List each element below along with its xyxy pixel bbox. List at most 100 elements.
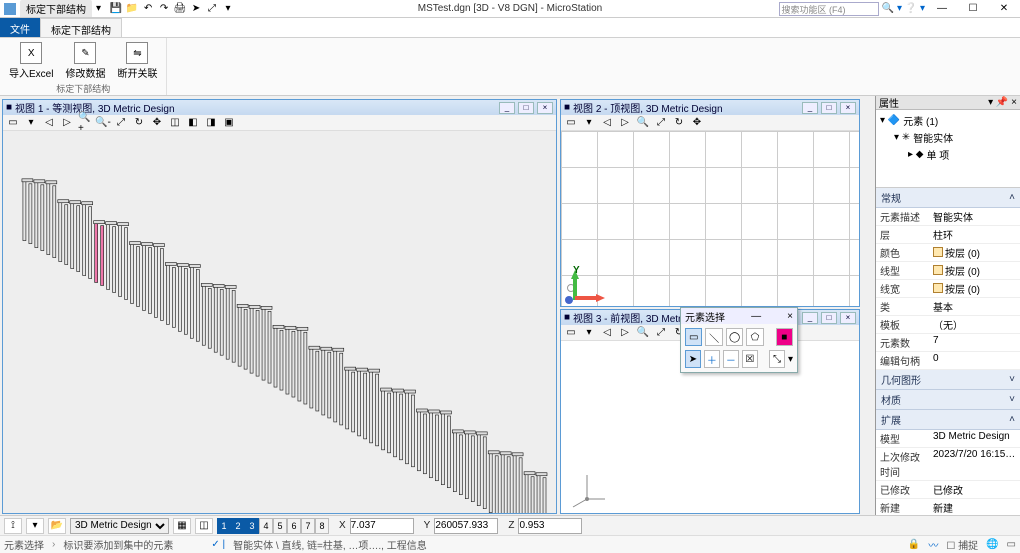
rotate-view-icon[interactable]: ↻ (131, 116, 147, 130)
prop-row[interactable]: 线型按层 (0) (876, 262, 1020, 280)
mode-drop-icon[interactable]: ▾ (788, 354, 793, 365)
zoom-out-icon[interactable]: 🔍- (95, 116, 111, 130)
maximize-button[interactable]: ☐ (959, 1, 987, 17)
v2-zoomin-icon[interactable]: 🔍 (635, 116, 651, 130)
v2-rotate-icon[interactable]: ↻ (671, 116, 687, 130)
toolbox-close-icon[interactable]: × (787, 311, 793, 322)
x-input[interactable] (350, 518, 414, 534)
mode-sub-icon[interactable]: － (723, 350, 739, 368)
view-more2-icon[interactable]: ◨ (203, 116, 219, 130)
search-icon[interactable]: 🔍 (882, 3, 894, 14)
section-geometry[interactable]: 几何图形˅ (876, 370, 1020, 390)
z-input[interactable] (518, 518, 582, 534)
qat-dropdown-icon[interactable]: ▾ (96, 3, 101, 14)
view-display-icon[interactable]: ▾ (23, 116, 39, 130)
sel-line-icon[interactable]: ＼ (705, 328, 722, 346)
sb-views-icon[interactable]: ◫ (195, 518, 213, 534)
qat-arrow-icon[interactable]: ➤ (189, 2, 203, 16)
snap-toggle[interactable]: ☐ 捕捉 (946, 537, 978, 552)
view-2-titlebar[interactable]: ■ 视图 2 - 顶视图, 3D Metric Design _ □ × (561, 100, 859, 115)
sel-poly-icon[interactable]: ⬠ (746, 328, 763, 346)
section-extended[interactable]: 扩展˄ (876, 410, 1020, 430)
sel-circle-icon[interactable]: ◯ (726, 328, 743, 346)
minimize-button[interactable]: — (928, 1, 956, 17)
v3-zoom-icon[interactable]: 🔍 (635, 326, 651, 340)
section-material[interactable]: 材质˅ (876, 390, 1020, 410)
mode-add-icon[interactable]: ＋ (704, 350, 720, 368)
qat-undo-icon[interactable]: ↶ (141, 2, 155, 16)
sb-grid-icon[interactable]: ▦ (173, 518, 191, 534)
fit-view-icon[interactable]: ⤢ (113, 116, 129, 130)
view-attr-icon[interactable]: ▭ (5, 116, 21, 130)
v2-prev-icon[interactable]: ◁ (599, 116, 615, 130)
prop-row[interactable]: 新建新建 (876, 499, 1020, 516)
sb-open-icon[interactable]: 📂 (48, 518, 66, 534)
prop-row[interactable]: 模板（无） (876, 316, 1020, 334)
toolbox-title-bar[interactable]: 元素选择 — × (681, 308, 797, 324)
sb-snap-icon[interactable]: ⟟ (4, 518, 22, 534)
context-tab[interactable]: 标定下部结构 (20, 0, 92, 17)
view-clip-icon[interactable]: ◫ (167, 116, 183, 130)
view-2-canvas[interactable]: Y (561, 131, 859, 306)
prop-row[interactable]: 颜色按层 (0) (876, 244, 1020, 262)
edit-data-button[interactable]: ✎ 修改数据 (62, 40, 108, 82)
chevron-down-icon[interactable]: ˅ (1009, 374, 1015, 385)
tree-child-1[interactable]: ▾ ✳ 智能实体 (880, 129, 1016, 146)
v3-display-icon[interactable]: ▾ (581, 326, 597, 340)
prop-row[interactable]: 上次修改时间2023/7/20 16:15:24 (876, 448, 1020, 481)
sb-locks-icon[interactable]: ▾ (26, 518, 44, 534)
properties-tree[interactable]: ▾ 🔷 元素 (1) ▾ ✳ 智能实体 ▸ ◆ 单 项 (876, 110, 1020, 188)
qat-redo-icon[interactable]: ↷ (157, 2, 171, 16)
import-excel-button[interactable]: X 导入Excel (6, 40, 56, 82)
view-btn-8[interactable]: 8 (315, 518, 329, 534)
view-more1-icon[interactable]: ◧ (185, 116, 201, 130)
view-next-icon[interactable]: ▷ (59, 116, 75, 130)
element-select-toolbox[interactable]: 元素选择 — × ▭ ＼ ◯ ⬠ ■ ➤ ＋ － ☒ ⤡ ▾ (680, 307, 798, 373)
zoom-in-icon[interactable]: 🔍+ (77, 116, 93, 130)
v2-pan-icon[interactable]: ✥ (689, 116, 705, 130)
v3-fit-icon[interactable]: ⤢ (653, 326, 669, 340)
help-dropdown[interactable]: ▾ ❔ ▾ (897, 3, 925, 14)
model-combo[interactable]: 3D Metric Design (70, 518, 169, 534)
ribbon-search-input[interactable]: 搜索功能区 (F4) (779, 2, 879, 16)
view-1-canvas[interactable] (3, 131, 556, 513)
view-3-max-button[interactable]: □ (821, 312, 837, 324)
view-2-min-button[interactable]: _ (802, 102, 818, 114)
view-btn-2[interactable]: 2 (231, 518, 245, 534)
v3-prev-icon[interactable]: ◁ (599, 326, 615, 340)
sel-color-icon[interactable]: ■ (776, 328, 793, 346)
collapse-icon[interactable]: ˄ (1009, 414, 1015, 425)
collapse-icon[interactable]: ˄ (1009, 192, 1015, 203)
view-2-max-button[interactable]: □ (821, 102, 837, 114)
prop-row[interactable]: 线宽按层 (0) (876, 280, 1020, 298)
mode-pick-icon[interactable]: ⤡ (769, 350, 785, 368)
tree-child-2[interactable]: ▸ ◆ 单 项 (880, 146, 1016, 163)
sb-more-icon[interactable]: ▭ (1007, 539, 1016, 550)
qat-more-icon[interactable]: ▾ (221, 2, 235, 16)
view-3-close-button[interactable]: × (840, 312, 856, 324)
y-input[interactable] (434, 518, 498, 534)
chevron-down-icon[interactable]: ˅ (1009, 394, 1015, 405)
pan-view-icon[interactable]: ✥ (149, 116, 165, 130)
prop-row[interactable]: 元素数7 (876, 334, 1020, 352)
prop-row[interactable]: 元素描述智能实体 (876, 208, 1020, 226)
qat-open-icon[interactable]: 📁 (125, 2, 139, 16)
section-general[interactable]: 常规˄ (876, 188, 1020, 208)
v2-display-icon[interactable]: ▾ (581, 116, 597, 130)
view-btn-1[interactable]: 1 (217, 518, 231, 534)
v3-next-icon[interactable]: ▷ (617, 326, 633, 340)
props-pin-icon[interactable]: ▾ 📌 × (988, 97, 1017, 108)
v2-fit-icon[interactable]: ⤢ (653, 116, 669, 130)
tree-root[interactable]: ▾ 🔷 元素 (1) (880, 112, 1016, 129)
qat-print-icon[interactable]: 🖨 (173, 2, 187, 16)
prop-row[interactable]: 模型3D Metric Design (876, 430, 1020, 448)
qat-save-icon[interactable]: 💾 (109, 2, 123, 16)
prop-row[interactable]: 编辑句柄0 (876, 352, 1020, 370)
qat-expand-icon[interactable]: ⤢ (205, 2, 219, 16)
properties-header[interactable]: 属性 ▾ 📌 × (876, 96, 1020, 110)
view-1-max-button[interactable]: □ (518, 102, 534, 114)
curve-icon[interactable]: 〰 (928, 537, 938, 552)
disconnect-button[interactable]: ⇋ 断开关联 (114, 40, 160, 82)
v2-next-icon[interactable]: ▷ (617, 116, 633, 130)
globe-icon[interactable]: 🌐 (986, 539, 998, 550)
